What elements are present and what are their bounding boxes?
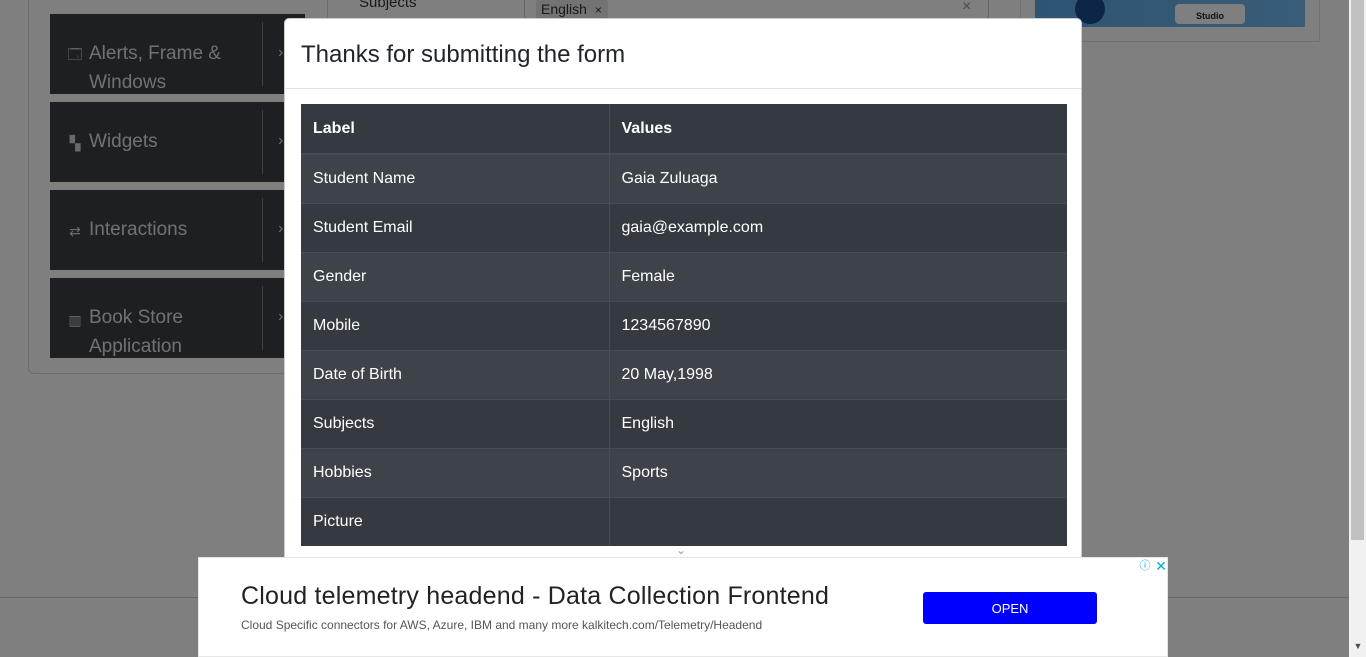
table-row: Student Name Gaia Zuluaga — [301, 153, 1067, 203]
scrollbar-thumb[interactable] — [1351, 0, 1364, 540]
modal-header: Thanks for submitting the form — [285, 19, 1081, 89]
column-header-values: Values — [609, 104, 1067, 155]
table-row: Date of Birth 20 May,1998 — [301, 349, 1067, 399]
row-value: Female — [609, 251, 1067, 301]
row-label: Mobile — [301, 300, 610, 350]
modal-title: Thanks for submitting the form — [301, 41, 626, 68]
table-row: Hobbies Sports — [301, 447, 1067, 497]
row-value — [609, 496, 1067, 546]
table-row: Gender Female — [301, 251, 1067, 301]
table-row: Mobile 1234567890 — [301, 300, 1067, 350]
row-label: Student Name — [301, 153, 610, 203]
info-icon[interactable]: ⓘ — [1138, 559, 1152, 573]
bottom-ad-banner[interactable]: Cloud telemetry headend - Data Collectio… — [198, 557, 1168, 657]
scroll-down-arrow-icon[interactable]: ▼ — [1352, 640, 1364, 652]
row-value: 1234567890 — [609, 300, 1067, 350]
ad-title[interactable]: Cloud telemetry headend - Data Collectio… — [241, 582, 829, 611]
ad-description[interactable]: Cloud Specific connectors for AWS, Azure… — [241, 618, 762, 632]
row-value: Gaia Zuluaga — [609, 153, 1067, 203]
ad-open-button[interactable]: OPEN — [923, 592, 1097, 624]
results-table: Label Values Student Name Gaia Zuluaga S… — [301, 104, 1067, 546]
row-value: English — [609, 398, 1067, 448]
table-row: Subjects English — [301, 398, 1067, 448]
row-value: Sports — [609, 447, 1067, 497]
modal-body: Label Values Student Name Gaia Zuluaga S… — [301, 104, 1067, 546]
row-value: 20 May,1998 — [609, 349, 1067, 399]
chevron-down-icon: ⌄ — [676, 543, 687, 557]
table-row: Picture — [301, 496, 1067, 546]
row-label: Hobbies — [301, 447, 610, 497]
table-row: Student Email gaia@example.com — [301, 202, 1067, 252]
table-header-row: Label Values — [301, 104, 1067, 155]
close-icon[interactable]: ✕ — [1154, 559, 1168, 573]
row-label: Date of Birth — [301, 349, 610, 399]
row-label: Picture — [301, 496, 610, 546]
row-label: Subjects — [301, 398, 610, 448]
row-value: gaia@example.com — [609, 202, 1067, 252]
row-label: Gender — [301, 251, 610, 301]
column-header-label: Label — [301, 104, 610, 155]
row-label: Student Email — [301, 202, 610, 252]
